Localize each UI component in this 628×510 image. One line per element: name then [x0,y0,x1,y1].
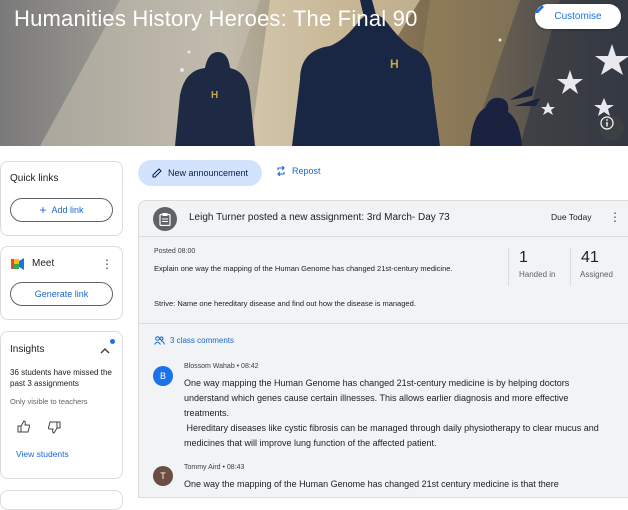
new-announcement-button[interactable]: New announcement [138,160,262,186]
quick-links-card: Quick links + Add link [0,161,123,236]
strive-task: Strive: Name one hereditary disease and … [154,299,416,308]
comment-text: One way mapping the Human Genome has cha… [184,378,570,418]
handed-in-label: Handed in [519,270,556,279]
notification-dot [110,339,115,344]
thumb-down-icon[interactable] [47,421,61,434]
plus-icon: + [39,203,47,217]
people-icon [154,336,165,345]
assignment-instructions: Explain one way the mapping of the Human… [154,264,453,273]
pencil-icon [152,168,162,178]
info-icon [600,116,614,130]
assignment-icon [153,207,177,231]
thumb-up-icon[interactable] [17,420,31,433]
pencil-icon [536,5,544,13]
chevron-up-icon[interactable] [100,347,110,354]
repost-label: Repost [292,166,321,176]
handed-in-count[interactable]: 1 [519,249,528,267]
svg-text:H: H [390,57,399,71]
new-announcement-label: New announcement [167,168,249,178]
generate-link-button[interactable]: Generate link [10,282,113,306]
comment-text: One way the mapping of the Human Genome … [184,479,559,489]
class-title: Humanities History Heroes: The Final 90 [14,6,418,31]
meet-card: Meet ⋮ Generate link [0,246,123,320]
more-vert-icon[interactable]: ⋮ [101,258,113,270]
post-title[interactable]: Leigh Turner posted a new assignment: 3r… [189,212,450,223]
visibility-note: Only visible to teachers [10,397,88,406]
meet-icon [11,258,24,270]
sidebar-next-card [0,490,123,510]
insights-message: 36 students have missed the past 3 assig… [10,368,112,388]
class-comments-link[interactable]: 3 class comments [154,336,234,345]
repost-icon [277,166,285,176]
due-label: Due Today [551,212,592,222]
comment-author-time: Tommy Aird • 08:43 [184,464,245,471]
info-button[interactable] [600,116,624,140]
assigned-label: Assigned [580,270,613,279]
meet-title: Meet [32,258,55,269]
repost-button[interactable]: Repost [276,166,321,176]
more-vert-icon[interactable]: ⋮ [609,211,621,223]
view-students-link[interactable]: View students [16,449,69,459]
class-banner: H H Humanities History Heroes: The Final… [0,0,628,146]
insights-card: Insights 36 students have missed the pas… [0,331,123,479]
avatar: T [153,466,173,486]
generate-link-label: Generate link [34,289,89,299]
post-header[interactable]: Leigh Turner posted a new assignment: 3r… [139,201,628,237]
comment-author-time: Blossom Wahab • 08:42 [184,363,259,370]
quick-links-title: Quick links [10,173,59,184]
customise-label: Customise [554,11,602,22]
add-link-label: Add link [51,205,84,215]
posted-time: Posted 08:00 [154,248,196,255]
class-comments-label: 3 class comments [170,336,235,345]
assignment-post: Leigh Turner posted a new assignment: 3r… [138,200,628,498]
add-link-button[interactable]: + Add link [10,198,113,222]
comment-text-paragraph: Hereditary diseases like cystic fibrosis… [184,423,602,448]
customise-button[interactable]: Customise [535,4,621,29]
assignment-details: Posted 08:00 Explain one way the mapping… [139,238,628,324]
stat-divider [570,248,571,286]
svg-text:H: H [211,90,218,101]
insights-title: Insights [10,344,45,355]
avatar: B [153,366,173,386]
stat-divider [508,248,509,286]
assigned-count[interactable]: 41 [581,249,599,267]
